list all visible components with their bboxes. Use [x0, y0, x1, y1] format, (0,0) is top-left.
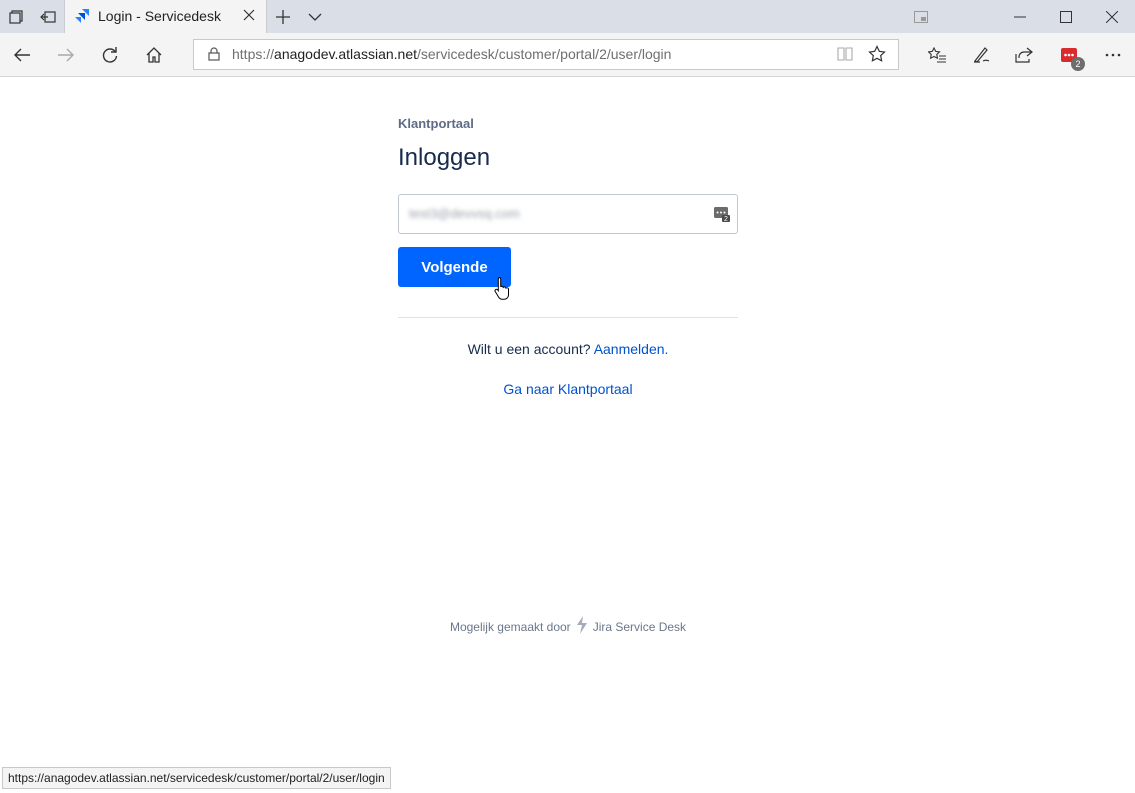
email-field[interactable]: test3@devvsq.com 2 — [398, 194, 738, 234]
more-actions-icon[interactable] — [1099, 41, 1127, 69]
jira-service-desk-logo-icon — [574, 616, 590, 637]
reading-view-icon[interactable] — [837, 46, 853, 67]
close-tab-icon[interactable] — [241, 7, 257, 23]
tab-login-servicedesk[interactable]: Login - Servicedesk — [64, 0, 267, 33]
status-bar-url: https://anagodev.atlassian.net/servicede… — [2, 767, 391, 789]
goto-portal-link[interactable]: Ga naar Klantportaal — [398, 381, 738, 397]
forward-icon[interactable] — [52, 41, 80, 69]
password-manager-count: 2 — [724, 216, 728, 223]
hand-cursor-icon — [494, 276, 512, 305]
tab-title: Login - Servicedesk — [98, 8, 221, 24]
web-note-pen-icon[interactable] — [967, 41, 995, 69]
jira-favicon-icon — [74, 8, 90, 29]
extension-badge: 2 — [1071, 57, 1085, 71]
favorites-hub-icon[interactable] — [923, 41, 951, 69]
close-window-icon[interactable] — [1089, 0, 1135, 33]
new-tab-icon[interactable] — [272, 6, 294, 28]
tab-bar: Login - Servicedesk — [0, 0, 1135, 33]
email-value: test3@devvsq.com — [409, 206, 520, 221]
maximize-icon[interactable] — [1043, 0, 1089, 33]
share-icon[interactable] — [1010, 41, 1038, 69]
signup-prompt: Wilt u een account? — [467, 341, 591, 357]
address-bar[interactable]: https://anagodev.atlassian.net/servicede… — [193, 39, 899, 70]
url-text[interactable]: https://anagodev.atlassian.net/servicede… — [232, 46, 671, 62]
tab-manager-icon[interactable] — [5, 6, 27, 28]
portal-name: Klantportaal — [398, 116, 474, 131]
back-icon[interactable] — [8, 41, 36, 69]
set-aside-tabs-icon[interactable] — [37, 6, 59, 28]
refresh-icon[interactable] — [96, 41, 124, 69]
tab-preview-chevron-icon[interactable] — [304, 6, 326, 28]
navigation-bar: https://anagodev.atlassian.net/servicede… — [0, 33, 1135, 77]
home-icon[interactable] — [140, 41, 168, 69]
page-title: Inloggen — [398, 144, 491, 171]
lock-icon[interactable] — [208, 47, 220, 66]
footer-brand: Jira Service Desk — [592, 619, 687, 634]
signup-link[interactable]: Aanmelden. — [594, 341, 669, 357]
compact-overlay-icon[interactable] — [898, 0, 944, 33]
minimize-icon[interactable] — [997, 0, 1043, 33]
favorite-star-icon[interactable] — [868, 45, 886, 68]
signup-row: Wilt u een account? Aanmelden. — [398, 341, 738, 357]
divider — [398, 317, 738, 318]
footer: Mogelijk gemaakt door Jira Service Desk — [398, 616, 738, 637]
footer-prefix: Mogelijk gemaakt door — [449, 619, 571, 634]
password-manager-icon[interactable]: 2 — [713, 205, 731, 228]
